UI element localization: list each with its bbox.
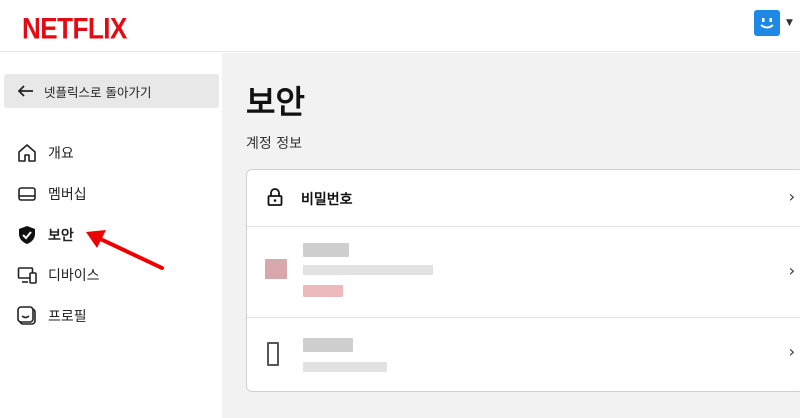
chevron-right-icon: › [788,342,795,361]
devices-icon [16,264,38,286]
section-label: 계정 정보 [246,136,302,152]
profile-avatar[interactable] [754,10,780,36]
redacted-text [303,243,349,257]
redacted-text [303,338,353,352]
sidebar-item-label: 보안 [48,228,74,244]
redacted-text [303,265,433,275]
netflix-logo[interactable]: NETFLIX [22,11,127,47]
redacted-row[interactable]: › [247,318,800,391]
chevron-right-icon: › [788,261,795,280]
redacted-badge [303,285,343,297]
home-icon [16,142,38,164]
sidebar-item-label: 프로필 [48,309,87,325]
password-row[interactable]: 비밀번호 › [247,170,800,227]
phone-icon [267,342,279,366]
shield-check-icon [16,224,38,246]
account-info-card: 비밀번호 › › › [246,169,800,392]
back-button-label: 넷플릭스로 돌아가기 [44,84,152,100]
page-title: 보안 [246,83,305,121]
sidebar-item-overview[interactable]: 개요 [16,141,74,165]
sidebar-item-membership[interactable]: 멤버십 [16,182,87,206]
password-label: 비밀번호 [301,192,353,208]
chevron-right-icon: › [788,187,795,206]
arrow-left-icon [18,85,34,97]
sidebar-item-security[interactable]: 보안 [16,223,74,247]
lock-icon [267,188,283,210]
caret-down-icon[interactable]: ▼ [786,18,793,28]
sidebar-item-label: 개요 [48,146,74,162]
sidebar-item-profiles[interactable]: 프로필 [16,304,87,328]
sidebar-item-label: 멤버십 [48,187,87,203]
redacted-text [303,362,387,372]
card-icon [16,183,38,205]
back-to-netflix-button[interactable]: 넷플릭스로 돌아가기 [4,74,219,108]
redacted-icon [265,259,287,279]
profile-icon [16,305,38,327]
smiley-avatar-icon [760,18,774,29]
annotation-arrow-icon [86,230,164,270]
main-content: 보안 계정 정보 비밀번호 › › › [222,53,800,418]
redacted-row[interactable]: › [247,227,800,318]
top-header: NETFLIX ▼ [0,0,800,52]
